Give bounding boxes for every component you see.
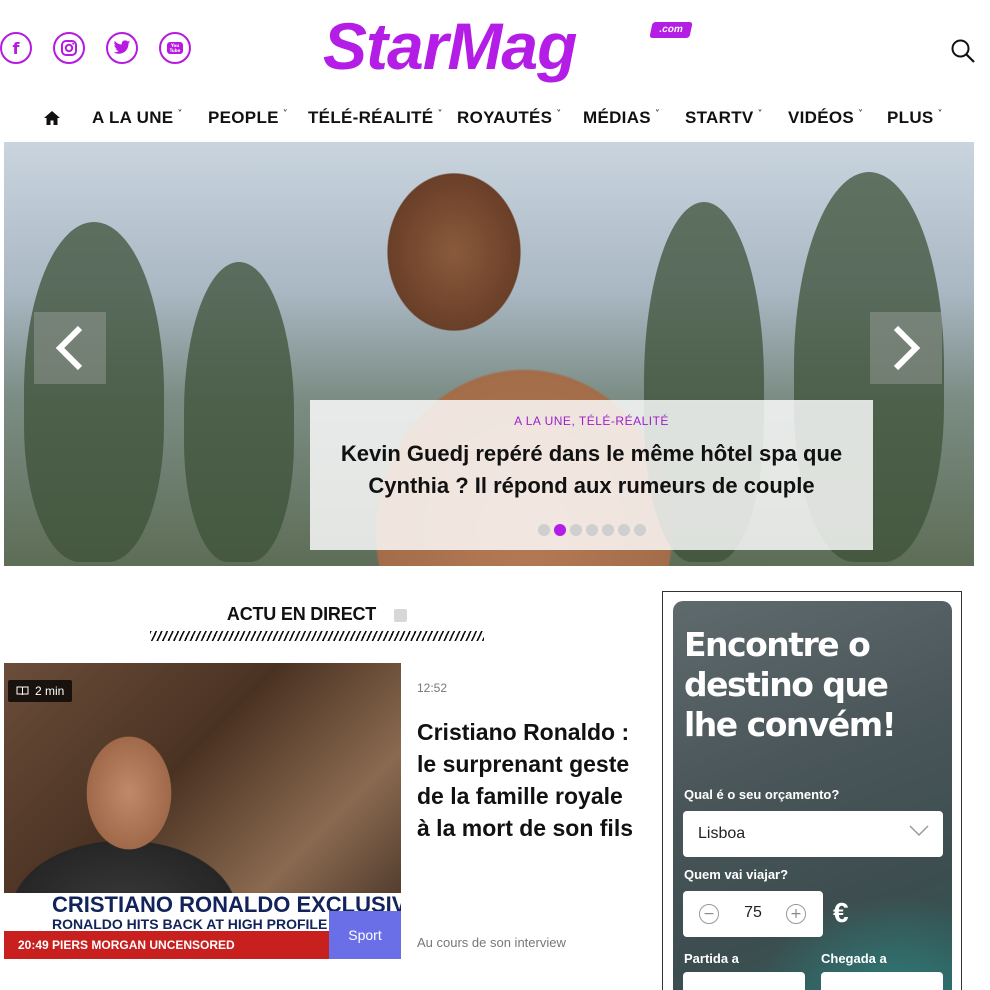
- chevron-right-icon: [893, 325, 921, 371]
- budget-select[interactable]: Lisboa: [683, 811, 943, 857]
- slider-next-button[interactable]: [870, 312, 942, 384]
- book-icon: [16, 686, 29, 696]
- svg-text:Tube: Tube: [170, 48, 181, 53]
- chevron-down-icon: ˅: [556, 108, 562, 120]
- hero-title[interactable]: Kevin Guedj repéré dans le même hôtel sp…: [310, 438, 873, 502]
- read-time-badge: 2 min: [8, 680, 73, 702]
- chevron-down-icon: ˅: [757, 108, 763, 120]
- social-links: f You Tube: [0, 32, 191, 64]
- chevron-down-icon: ˅: [177, 108, 183, 120]
- arrival-label: Chegada a: [821, 951, 887, 966]
- hero-slider[interactable]: A LA UNE, TÉLÉ-RÉALITÉ Kevin Guedj repér…: [4, 142, 974, 566]
- chevron-down-icon: ˅: [654, 108, 661, 120]
- hero-image-foliage: [24, 222, 164, 562]
- site-logo[interactable]: StarMag .com: [323, 10, 693, 90]
- currency-symbol: €: [833, 897, 849, 928]
- travel-ad[interactable]: Encontre o destino que lhe convém! Qual …: [673, 601, 952, 990]
- slider-dot[interactable]: [585, 524, 598, 536]
- departure-date-input[interactable]: [683, 972, 805, 990]
- rss-icon[interactable]: [394, 609, 408, 623]
- slider-dot[interactable]: [601, 524, 614, 536]
- chevron-down-icon: [909, 825, 929, 837]
- slider-dot[interactable]: [617, 524, 630, 536]
- hero-caption[interactable]: A LA UNE, TÉLÉ-RÉALITÉ Kevin Guedj repér…: [310, 400, 873, 550]
- section-title: ACTU EN DIRECT: [226, 604, 377, 624]
- category-tag[interactable]: Sport: [329, 911, 401, 959]
- section-heading: ACTU EN DIRECT: [150, 604, 484, 641]
- logo-text: StarMag: [323, 9, 577, 83]
- article-title[interactable]: Cristiano Ronaldo : le surprenant geste …: [417, 716, 637, 844]
- hero-category[interactable]: A LA UNE, TÉLÉ-RÉALITÉ: [310, 414, 873, 428]
- section-divider: [150, 631, 484, 641]
- chevron-left-icon: [55, 325, 83, 371]
- travelers-stepper: − 75 +: [683, 891, 823, 937]
- plus-button[interactable]: +: [786, 904, 806, 924]
- nav-item-medias[interactable]: MÉDIAS ˅: [583, 108, 660, 128]
- chevron-down-icon: ˅: [937, 108, 943, 120]
- search-icon[interactable]: [950, 38, 976, 64]
- nav-item-royautes[interactable]: ROYAUTÉS ˅: [457, 108, 562, 128]
- chevron-down-icon: ˅: [437, 108, 443, 120]
- youtube-icon[interactable]: You Tube: [159, 32, 191, 64]
- article-excerpt: Au cours de son interview: [417, 935, 566, 949]
- slider-dot[interactable]: [633, 524, 646, 536]
- slider-dots: [310, 524, 873, 536]
- nav-item-videos[interactable]: VIDÉOS ˅: [788, 108, 863, 128]
- nav-item-startv[interactable]: STARTV ˅: [685, 108, 763, 128]
- nav-item-tele-realite[interactable]: TÉLÉ-RÉALITÉ ˅: [308, 108, 443, 128]
- departure-label: Partida a: [684, 951, 739, 966]
- facebook-icon[interactable]: f: [0, 32, 32, 64]
- nav-item-a-la-une[interactable]: A LA UNE ˅: [92, 108, 183, 128]
- article-time: 12:52: [417, 681, 448, 695]
- slider-dot-active[interactable]: [553, 524, 566, 536]
- nav-item-plus[interactable]: PLUS ˅: [887, 108, 943, 128]
- chevron-down-icon: ˅: [858, 108, 864, 120]
- budget-label: Qual é o seu orçamento?: [684, 787, 840, 802]
- ad-headline: Encontre o destino que lhe convém!: [684, 625, 897, 744]
- slider-prev-button[interactable]: [34, 312, 106, 384]
- slider-dot[interactable]: [537, 524, 550, 536]
- arrival-date-input[interactable]: [821, 972, 943, 990]
- home-icon[interactable]: [43, 110, 61, 126]
- main-nav: A LA UNE ˅ PEOPLE ˅ TÉLÉ-RÉALITÉ ˅ ROYAUTÉS…: [0, 104, 990, 134]
- chevron-down-icon: ˅: [282, 108, 289, 120]
- slider-dot[interactable]: [569, 524, 582, 536]
- nav-item-people[interactable]: PEOPLE ˅: [208, 108, 288, 128]
- hero-image-foliage: [184, 262, 294, 562]
- logo-suffix: .com: [649, 22, 693, 38]
- instagram-icon[interactable]: [53, 32, 85, 64]
- twitter-icon[interactable]: [106, 32, 138, 64]
- travelers-label: Quem vai viajar?: [684, 867, 789, 882]
